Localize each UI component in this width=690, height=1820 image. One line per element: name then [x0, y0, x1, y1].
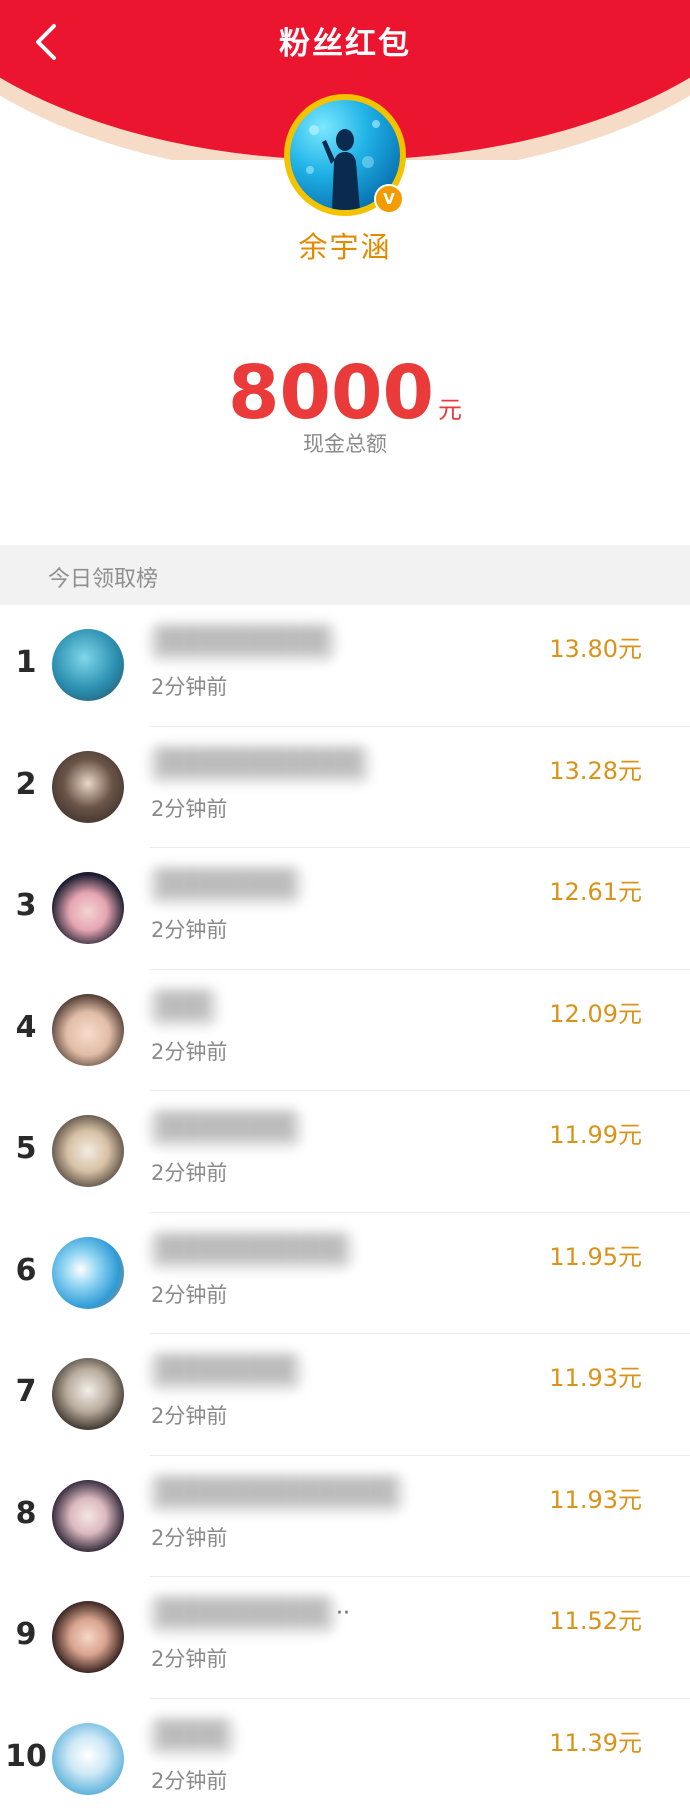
avatar[interactable]	[52, 1358, 124, 1430]
avatar[interactable]	[52, 994, 124, 1066]
user-name: ████████	[148, 1350, 303, 1392]
total-amount: 8000元	[0, 350, 690, 436]
user-name: ███	[148, 986, 219, 1028]
avatar[interactable]	[52, 1480, 124, 1552]
avatar[interactable]	[52, 872, 124, 944]
claim-time: 2分钟前	[151, 1157, 227, 1187]
rank-number: 1	[0, 645, 52, 680]
claim-time: 2分钟前	[151, 914, 227, 944]
claim-time: 2分钟前	[151, 1279, 227, 1309]
user-name: ████████████	[148, 743, 371, 785]
amount-value: 8000	[228, 350, 434, 436]
rank-number: 7	[0, 1374, 52, 1409]
rank-number: 9	[0, 1617, 52, 1652]
rank-number: 10	[0, 1739, 52, 1774]
avatar[interactable]	[52, 1723, 124, 1795]
list-item[interactable]: 5 ████████ 2分钟前 11.99元	[0, 1091, 690, 1213]
page-title: 粉丝红包	[0, 18, 690, 63]
list-item[interactable]: 2 ████████████ 2分钟前 13.28元	[0, 727, 690, 849]
amount-caption: 现金总额	[0, 428, 690, 458]
list-item[interactable]: 10 ████ 2分钟前 11.39元	[0, 1699, 690, 1820]
avatar[interactable]	[52, 1237, 124, 1309]
claim-time: 2分钟前	[151, 1765, 227, 1795]
rank-number: 6	[0, 1253, 52, 1288]
list-item[interactable]: 4 ███ 2分钟前 12.09元	[0, 970, 690, 1092]
claim-amount: 13.80元	[549, 629, 642, 664]
claim-amount: 11.95元	[549, 1237, 642, 1272]
list-item[interactable]: 8 ██████████████ 2分钟前 11.93元	[0, 1456, 690, 1578]
claim-amount: 13.28元	[549, 751, 642, 786]
user-name: ██████████████	[148, 1472, 405, 1514]
claim-amount: 11.93元	[549, 1480, 642, 1515]
avatar[interactable]	[52, 1601, 124, 1673]
user-name: ██████████	[148, 1593, 337, 1635]
list-item[interactable]: 6 ███████████ 2分钟前 11.95元	[0, 1213, 690, 1335]
avatar[interactable]	[52, 629, 124, 701]
amount-unit: 元	[438, 396, 462, 424]
verified-badge: V	[374, 184, 404, 214]
rank-number: 4	[0, 1010, 52, 1045]
list-item[interactable]: 9 ██████████ ·· 2分钟前 11.52元	[0, 1577, 690, 1699]
user-name: ██████████	[148, 621, 337, 663]
ranking-title: 今日领取榜	[48, 561, 158, 593]
claim-amount: 12.09元	[549, 994, 642, 1029]
claim-time: 2分钟前	[151, 1643, 227, 1673]
claim-amount: 11.52元	[549, 1601, 642, 1636]
user-name: ████	[148, 1715, 236, 1757]
list-item[interactable]: 1 ██████████ 2分钟前 13.80元	[0, 605, 690, 727]
rank-number: 3	[0, 888, 52, 923]
claim-time: 2分钟前	[151, 793, 227, 823]
claim-time: 2分钟前	[151, 1522, 227, 1552]
claim-time: 2分钟前	[151, 671, 227, 701]
user-name: ███████████	[148, 1229, 354, 1271]
profile-avatar[interactable]: V	[284, 94, 406, 216]
truncation-dots: ··	[336, 1601, 350, 1626]
rank-number: 2	[0, 767, 52, 802]
list-item[interactable]: 7 ████████ 2分钟前 11.93元	[0, 1334, 690, 1456]
rank-number: 5	[0, 1131, 52, 1166]
claim-amount: 12.61元	[549, 872, 642, 907]
claim-time: 2分钟前	[151, 1036, 227, 1066]
ranking-section-header: 今日领取榜	[0, 545, 690, 605]
claim-time: 2分钟前	[151, 1400, 227, 1430]
claim-amount: 11.99元	[549, 1115, 642, 1150]
user-name: ████████	[148, 864, 303, 906]
list-item[interactable]: 3 ████████ 2分钟前 12.61元	[0, 848, 690, 970]
claim-amount: 11.93元	[549, 1358, 642, 1393]
ranking-list: 1 ██████████ 2分钟前 13.80元 2 ████████████ …	[0, 605, 690, 1820]
avatar[interactable]	[52, 1115, 124, 1187]
avatar[interactable]	[52, 751, 124, 823]
user-name: ████████	[148, 1107, 303, 1149]
rank-number: 8	[0, 1496, 52, 1531]
claim-amount: 11.39元	[549, 1723, 642, 1758]
creator-name: 余宇涵	[0, 224, 690, 266]
